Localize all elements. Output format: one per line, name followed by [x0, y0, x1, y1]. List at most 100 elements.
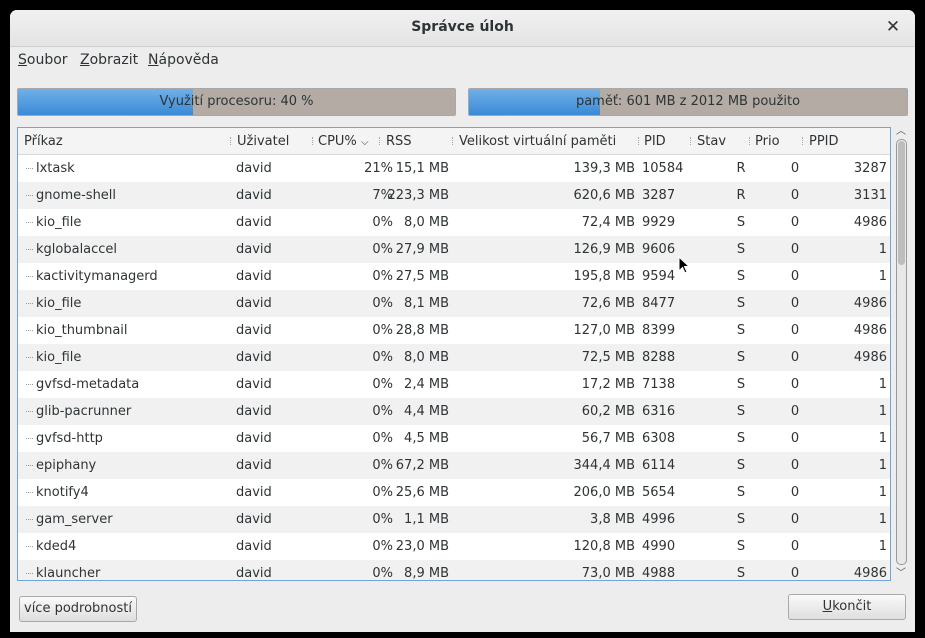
cell-priority: 0 — [790, 377, 800, 392]
cell-pid: 9594 — [642, 269, 676, 284]
table-row[interactable]: gvfsd-metadata david 0% 2,4 MB 17,2 MB 7138 S 0… — [18, 371, 890, 398]
table-row[interactable]: kio_thumbnail david 0% 28,8 MB 127,0 MB 8399 S… — [18, 317, 890, 344]
cell-rss: 27,9 MB — [395, 242, 449, 257]
cell-state: S — [736, 431, 746, 446]
column-separator[interactable] — [452, 137, 455, 145]
column-separator[interactable] — [312, 137, 315, 145]
cell-priority: 0 — [790, 431, 800, 446]
cell-user: david — [236, 215, 272, 230]
cell-virtual-memory: 60,2 MB — [581, 404, 635, 419]
vertical-scrollbar[interactable]: ︿ ﹀ — [893, 127, 909, 581]
table-row[interactable]: kded4 david 0% 23,0 MB 120,8 MB 4990 S 0 1 — [18, 533, 890, 560]
scroll-down-icon[interactable]: ﹀ — [895, 569, 907, 579]
column-separator[interactable] — [749, 137, 752, 145]
table-row[interactable]: kio_file david 0% 8,1 MB 72,6 MB 8477 S 0 4986 — [18, 290, 890, 317]
cell-command: gvfsd-metadata — [36, 377, 140, 392]
table-row[interactable]: kio_file david 0% 8,0 MB 72,4 MB 9929 S 0 4986 — [18, 209, 890, 236]
cell-command: kglobalaccel — [36, 242, 118, 257]
quit-button[interactable]: Ukončit — [788, 594, 906, 620]
cell-priority: 0 — [790, 323, 800, 338]
table-header: Příkaz Uživatel CPU% ⌵ RSS Velikost virt… — [18, 128, 890, 155]
cell-priority: 0 — [790, 566, 800, 581]
column-separator[interactable] — [690, 137, 693, 145]
cell-ppid: 1 — [878, 377, 887, 392]
table-row[interactable]: knotify4 david 0% 25,6 MB 206,0 MB 5654 S 0 1 — [18, 479, 890, 506]
tree-line — [26, 195, 33, 196]
cell-virtual-memory: 56,7 MB — [581, 431, 635, 446]
menu-napoveda[interactable]: Nápověda — [148, 52, 219, 68]
column-header-rss[interactable]: RSS — [386, 134, 412, 149]
column-header-pid[interactable]: PID — [644, 134, 666, 149]
scrollbar-thumb[interactable] — [898, 141, 905, 265]
cell-cpu: 0% — [372, 377, 393, 392]
process-table[interactable]: Příkaz Uživatel CPU% ⌵ RSS Velikost virt… — [17, 127, 891, 581]
table-row[interactable]: gam_server david 0% 1,1 MB 3,8 MB 4996 S 0 1 — [18, 506, 890, 533]
column-header-command[interactable]: Příkaz — [24, 134, 63, 149]
cell-pid: 4988 — [642, 566, 676, 581]
cell-command: glib-pacrunner — [36, 404, 132, 419]
cell-pid: 9929 — [642, 215, 676, 230]
cell-user: david — [236, 242, 272, 257]
cell-pid: 3287 — [642, 188, 676, 203]
cell-pid: 4996 — [642, 512, 676, 527]
column-header-virtual-memory[interactable]: Velikost virtuální paměti — [459, 134, 616, 149]
cell-priority: 0 — [790, 296, 800, 311]
close-icon[interactable]: ✕ — [883, 17, 903, 37]
cell-rss: 4,5 MB — [404, 431, 449, 446]
menu-soubor[interactable]: Soubor — [18, 52, 68, 68]
column-separator[interactable] — [802, 137, 805, 145]
cell-pid: 7138 — [642, 377, 676, 392]
cell-state: S — [736, 242, 746, 257]
column-header-cpu[interactable]: CPU% ⌵ — [318, 134, 369, 149]
cell-user: david — [236, 323, 272, 338]
sort-descending-icon: ⌵ — [360, 137, 369, 148]
cell-pid: 8477 — [642, 296, 676, 311]
tree-line — [26, 330, 33, 331]
cell-pid: 6308 — [642, 431, 676, 446]
window-title: Správce úloh — [411, 19, 514, 35]
table-row[interactable]: kio_file david 0% 8,0 MB 72,5 MB 8288 S 0 4986 — [18, 344, 890, 371]
table-row[interactable]: lxtask david 21% 15,1 MB 139,3 MB 10584 R 0 3287 — [18, 155, 890, 182]
cell-ppid: 1 — [878, 539, 887, 554]
cell-pid: 8399 — [642, 323, 676, 338]
table-row[interactable]: klauncher david 0% 8,9 MB 73,0 MB 4988 S 0 4986 — [18, 560, 890, 581]
tree-line — [26, 276, 33, 277]
column-header-priority[interactable]: Prio — [755, 134, 780, 149]
cell-cpu: 0% — [372, 296, 393, 311]
tree-line — [26, 303, 33, 304]
more-details-button[interactable]: více podrobností — [19, 596, 137, 622]
table-row[interactable]: gvfsd-http david 0% 4,5 MB 56,7 MB 6308 S 0 1 — [18, 425, 890, 452]
column-header-user[interactable]: Uživatel — [237, 134, 289, 149]
cell-pid: 8288 — [642, 350, 676, 365]
column-header-ppid[interactable]: PPID — [809, 134, 839, 149]
scroll-up-icon[interactable]: ︿ — [895, 127, 907, 137]
cpu-usage-bar: Využití procesoru: 40 % — [17, 88, 456, 116]
table-row[interactable]: glib-pacrunner david 0% 4,4 MB 60,2 MB 6316 S 0… — [18, 398, 890, 425]
tree-line — [26, 249, 33, 250]
cell-user: david — [236, 566, 272, 581]
cell-virtual-memory: 126,9 MB — [573, 242, 635, 257]
cell-pid: 9606 — [642, 242, 676, 257]
cell-state: S — [736, 350, 746, 365]
table-row[interactable]: kactivitymanagerd david 0% 27,5 MB 195,8 MB 9… — [18, 263, 890, 290]
column-separator[interactable] — [638, 137, 641, 145]
cell-cpu: 0% — [372, 512, 393, 527]
table-row[interactable]: gnome-shell david 7% 223,3 MB 620,6 MB 3287 R 0… — [18, 182, 890, 209]
cell-cpu: 0% — [372, 485, 393, 500]
column-separator[interactable] — [379, 137, 382, 145]
cell-command: kio_thumbnail — [36, 323, 128, 338]
table-row[interactable]: kglobalaccel david 0% 27,9 MB 126,9 MB 9606 S 0… — [18, 236, 890, 263]
table-row[interactable]: epiphany david 0% 67,2 MB 344,4 MB 6114 S 0 1 — [18, 452, 890, 479]
cell-virtual-memory: 72,6 MB — [581, 296, 635, 311]
cell-ppid: 1 — [878, 458, 887, 473]
cell-priority: 0 — [790, 485, 800, 500]
cell-command: klauncher — [36, 566, 101, 581]
column-header-state[interactable]: Stav — [697, 134, 726, 149]
cell-cpu: 21% — [364, 161, 393, 176]
column-separator[interactable] — [230, 137, 233, 145]
scrollbar-track[interactable] — [896, 139, 907, 565]
tree-line — [26, 357, 33, 358]
cell-virtual-memory: 195,8 MB — [573, 269, 635, 284]
menu-zobrazit[interactable]: Zobrazit — [80, 52, 138, 68]
cell-state: S — [736, 404, 746, 419]
